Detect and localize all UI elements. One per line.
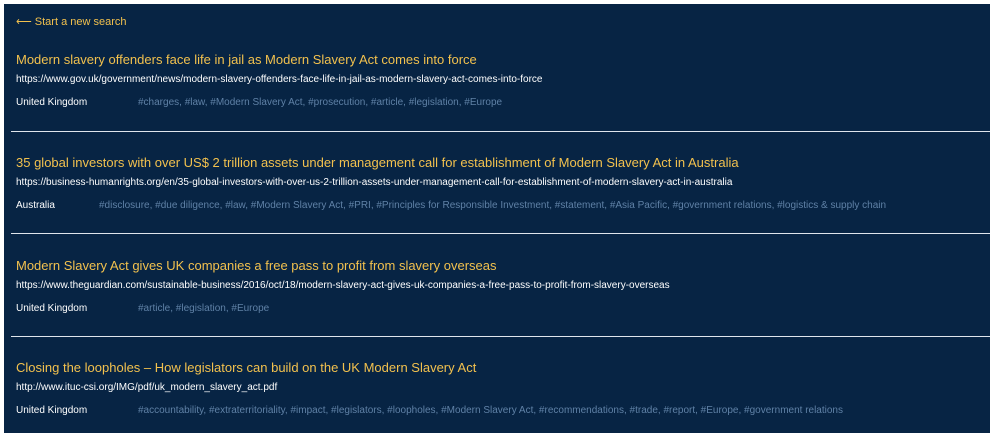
result-meta: United Kingdom #charges, #law, #Modern S… <box>16 97 990 111</box>
result-divider <box>11 233 990 234</box>
result-meta: United Kingdom #article, #legislation, #… <box>16 303 990 317</box>
result-url-link[interactable]: https://www.gov.uk/government/news/moder… <box>16 74 542 85</box>
result-title-link[interactable]: Closing the loopholes – How legislators … <box>16 360 476 375</box>
result-tags: #article, #legislation, #Europe <box>138 303 270 314</box>
result-tags: #disclosure, #due diligence, #law, #Mode… <box>99 200 887 211</box>
result-title-link[interactable]: Modern slavery offenders face life in ja… <box>16 52 477 67</box>
start-new-search-link[interactable]: ⟵ Start a new search <box>16 15 127 28</box>
start-new-search-label: Start a new search <box>34 16 127 28</box>
result-country: Australia <box>16 200 55 211</box>
result-meta: Australia #disclosure, #due diligence, #… <box>16 200 990 214</box>
result-title-link[interactable]: 35 global investors with over US$ 2 tril… <box>16 155 739 170</box>
result-tags: #accountability, #extraterritoriality, #… <box>138 405 843 416</box>
result-meta: United Kingdom #accountability, #extrate… <box>16 405 990 419</box>
back-arrow-icon: ⟵ <box>16 16 32 28</box>
result-url-link[interactable]: https://www.theguardian.com/sustainable-… <box>16 280 670 291</box>
result-title-link[interactable]: Modern Slavery Act gives UK companies a … <box>16 258 496 273</box>
result-divider <box>11 336 990 337</box>
result-country: United Kingdom <box>16 97 88 108</box>
result-divider <box>11 131 990 132</box>
result-country: United Kingdom <box>16 405 88 416</box>
result-country: United Kingdom <box>16 303 88 314</box>
result-url-link[interactable]: https://business-humanrights.org/en/35-g… <box>16 177 732 188</box>
result-tags: #charges, #law, #Modern Slavery Act, #pr… <box>138 97 503 108</box>
result-url-link[interactable]: http://www.ituc-csi.org/IMG/pdf/uk_moder… <box>16 382 277 393</box>
search-results-panel: ⟵ Start a new search Modern slavery offen… <box>4 4 990 433</box>
